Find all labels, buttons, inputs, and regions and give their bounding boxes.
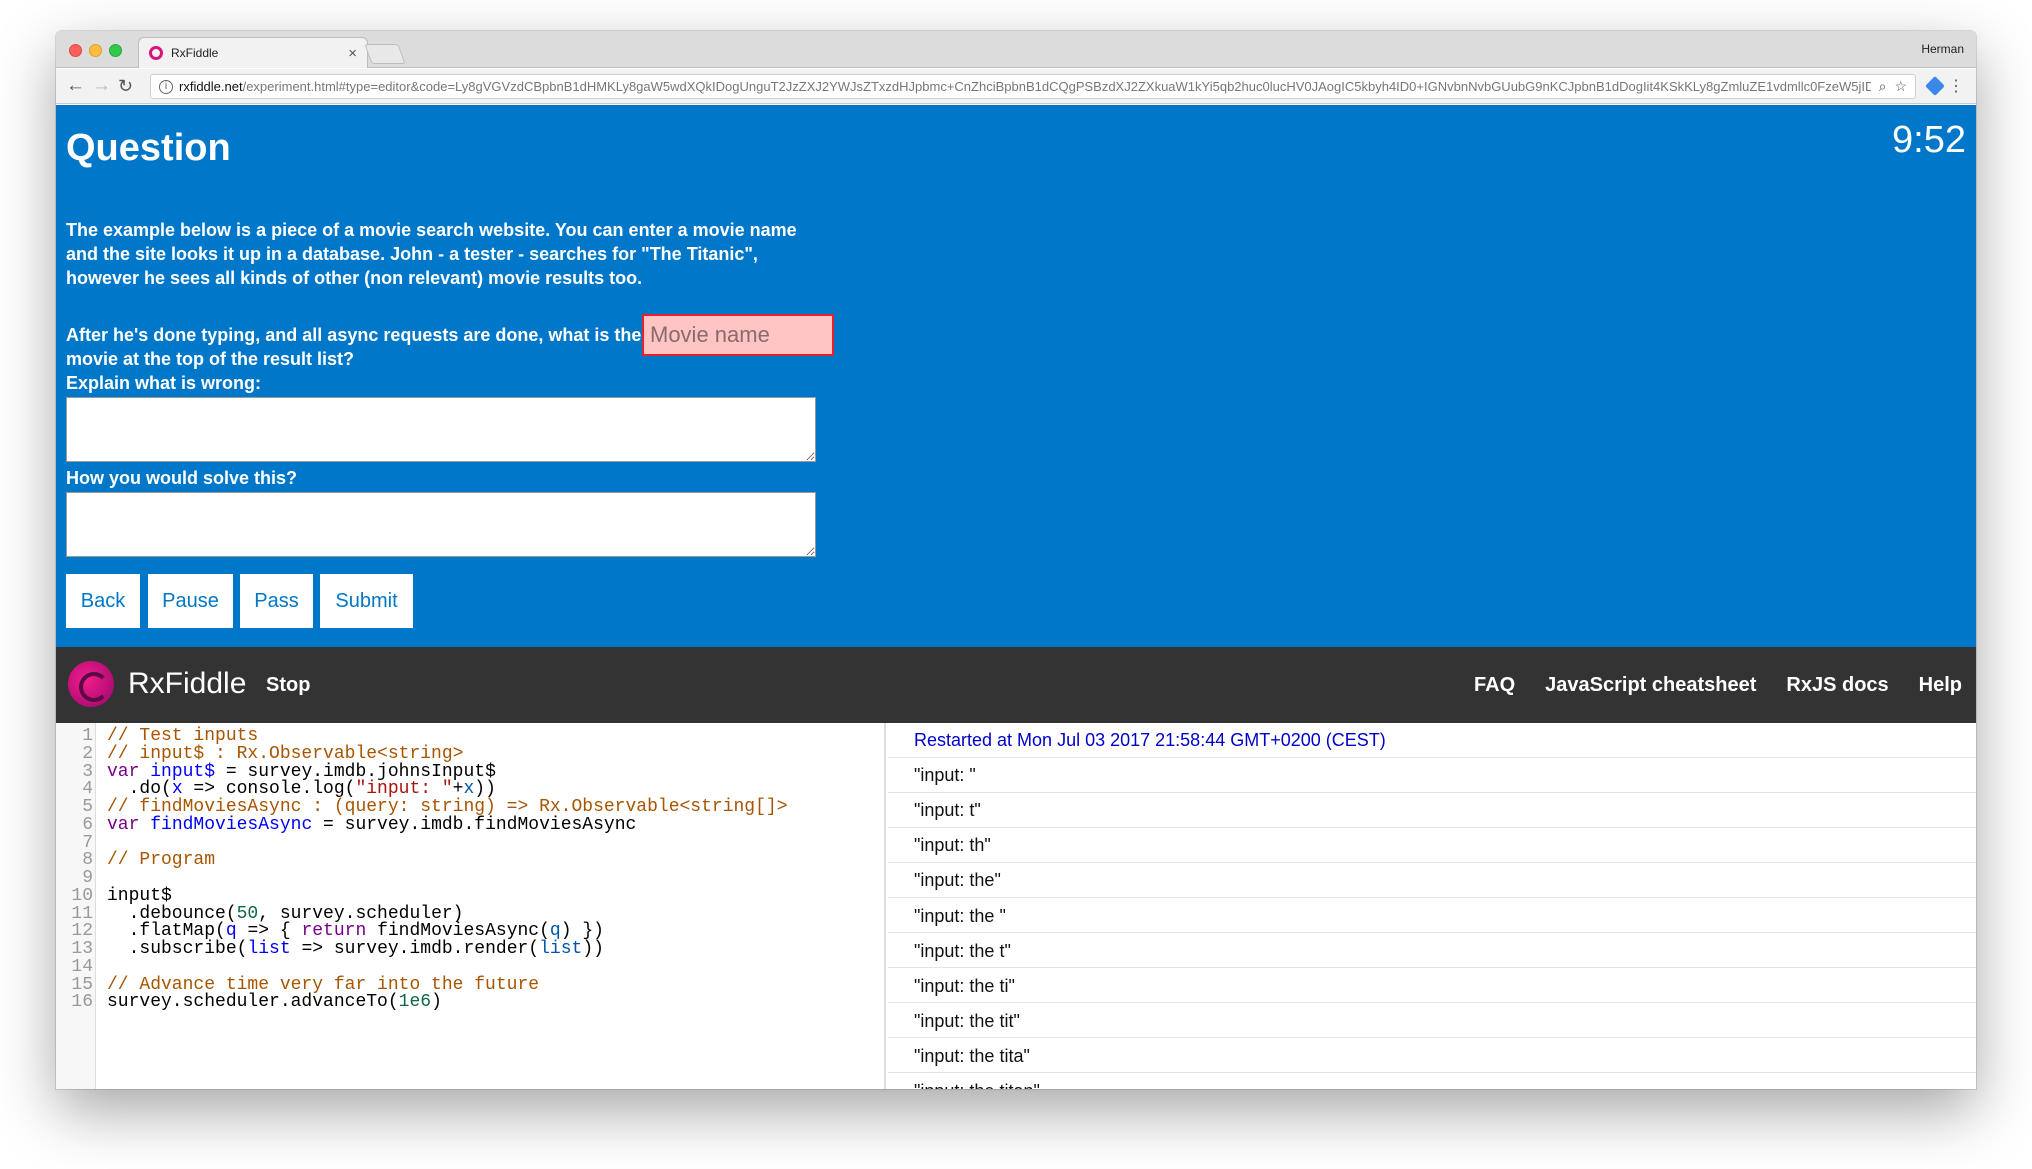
- nav-link-rxjs-docs[interactable]: RxJS docs: [1786, 674, 1888, 697]
- console-log-entry: "input: the ti": [888, 969, 1976, 1004]
- rxjs-logo-icon[interactable]: [68, 661, 114, 707]
- reload-icon[interactable]: ↻: [118, 75, 133, 97]
- movie-name-input[interactable]: [642, 314, 834, 356]
- url-domain: rxfiddle.net: [179, 79, 243, 94]
- star-icon[interactable]: ☆: [1894, 78, 1907, 95]
- tab-close-icon[interactable]: ×: [348, 45, 357, 62]
- console-log-entry: "input: t": [888, 793, 1976, 828]
- browser-window: RxFiddle × Herman ← → ↻ i rxfiddle.net /…: [56, 31, 1976, 1089]
- nav-link-help[interactable]: Help: [1919, 674, 1962, 697]
- menu-icon[interactable]: ⋮: [1948, 76, 1964, 96]
- how-to-solve-textarea[interactable]: [66, 492, 816, 557]
- close-window-button[interactable]: [69, 44, 82, 57]
- code-token: survey.scheduler.advanceTo(: [107, 992, 399, 1013]
- stop-button[interactable]: Stop: [266, 674, 310, 697]
- console-log-entry: "input: th": [888, 828, 1976, 863]
- console-log-entry: "input: the": [888, 863, 1976, 898]
- nav-link-faq[interactable]: FAQ: [1474, 674, 1515, 697]
- nav-link-javascript-cheatsheet[interactable]: JavaScript cheatsheet: [1545, 674, 1756, 697]
- new-tab-button[interactable]: [364, 44, 406, 64]
- pause-button[interactable]: Pause: [148, 574, 233, 628]
- forward-icon[interactable]: →: [92, 75, 111, 97]
- console-restart-message: Restarted at Mon Jul 03 2017 21:58:44 GM…: [888, 723, 1976, 758]
- line-number: 16: [71, 992, 93, 1013]
- rxfiddle-navbar: RxFiddle Stop FAQ JavaScript cheatsheet …: [56, 647, 1976, 723]
- console-log-entry: "input: the tit": [888, 1004, 1976, 1039]
- submit-button[interactable]: Submit: [320, 574, 413, 628]
- nav-links: FAQ JavaScript cheatsheet RxJS docs Help: [1474, 674, 1962, 697]
- url-path: /experiment.html#type=editor&code=Ly8gVG…: [242, 79, 1871, 94]
- brand-name[interactable]: RxFiddle: [128, 667, 246, 701]
- minimize-window-button[interactable]: [89, 44, 102, 57]
- question-panel: Question 9:52 The example below is a pie…: [56, 105, 1976, 647]
- back-icon[interactable]: ←: [66, 75, 85, 97]
- pass-button[interactable]: Pass: [240, 574, 313, 628]
- zoom-icon[interactable]: ⌕: [1879, 78, 1887, 95]
- info-icon[interactable]: i: [159, 79, 173, 94]
- maximize-window-button[interactable]: [109, 44, 122, 57]
- console-log-entry: "input: the titan": [888, 1074, 1976, 1089]
- console-log-entry: "input: the ": [888, 899, 1976, 933]
- back-button[interactable]: Back: [66, 574, 140, 628]
- browser-toolbar: ← → ↻ i rxfiddle.net /experiment.html#ty…: [56, 69, 1976, 104]
- code-token: ): [431, 992, 442, 1013]
- explain-wrong-textarea[interactable]: [66, 397, 816, 462]
- extension-icon[interactable]: [1925, 76, 1945, 96]
- code-token: 1e6: [398, 992, 432, 1013]
- tab-strip: RxFiddle × Herman: [56, 31, 1976, 68]
- browser-tab[interactable]: RxFiddle ×: [138, 37, 368, 68]
- question-prompt: After he's done typing, and all async re…: [66, 325, 642, 369]
- question-description: The example below is a piece of a movie …: [66, 220, 797, 288]
- tab-title: RxFiddle: [171, 46, 219, 60]
- console-log-entry: "input: ": [888, 758, 1976, 793]
- console-log-entry: "input: the t": [888, 934, 1976, 969]
- profile-name[interactable]: Herman: [1921, 42, 1964, 56]
- code-text: survey.scheduler.advanceTo(1e6): [107, 991, 442, 1014]
- console-log-entry: "input: the tita": [888, 1039, 1976, 1074]
- question-title: Question: [66, 127, 231, 169]
- how-to-solve-label: How you would solve this?: [66, 468, 298, 488]
- console-output: Restarted at Mon Jul 03 2017 21:58:44 GM…: [888, 723, 1976, 1089]
- code-line[interactable]: 16 survey.scheduler.advanceTo(1e6): [56, 991, 884, 1014]
- address-bar[interactable]: i rxfiddle.net /experiment.html#type=edi…: [150, 74, 1916, 99]
- code-editor[interactable]: 1// Test inputs 2// input$ : Rx.Observabl…: [56, 723, 886, 1089]
- rxfiddle-favicon-icon: [149, 46, 163, 60]
- countdown-timer: 9:52: [1892, 119, 1966, 161]
- explain-wrong-label: Explain what is wrong:: [66, 373, 262, 393]
